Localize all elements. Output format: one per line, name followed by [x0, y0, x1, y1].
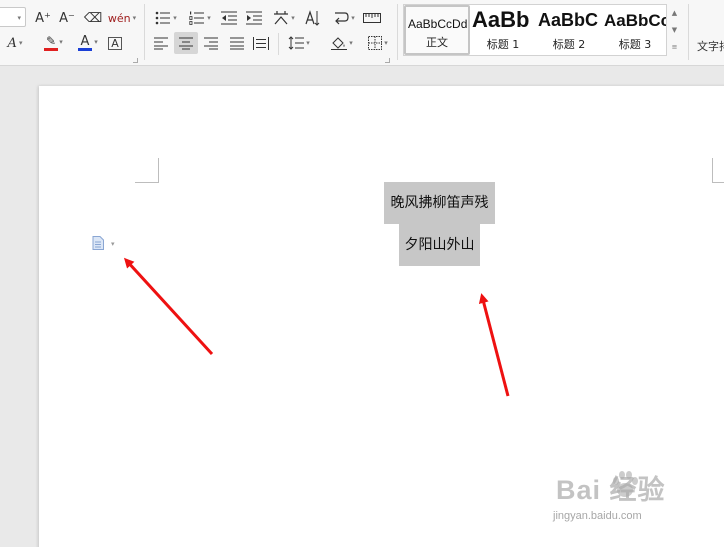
line-break-button[interactable]: ▾: [330, 9, 358, 27]
borders-icon: [368, 36, 383, 50]
highlight-dropdown[interactable]: ▾: [55, 35, 65, 49]
scroll-up-icon[interactable]: ▲: [672, 9, 677, 17]
style-heading-1[interactable]: AaBb 标题 1: [470, 5, 536, 55]
align-right-icon: [204, 37, 218, 49]
shrink-font-icon: A⁻: [59, 10, 75, 26]
chinese-layout-button[interactable]: ▾: [270, 9, 298, 27]
align-right-button[interactable]: [202, 34, 220, 52]
char-border-icon: A: [108, 36, 122, 50]
separator: [397, 4, 398, 60]
clear-format-button[interactable]: ⌫: [84, 9, 102, 27]
align-left-button[interactable]: [152, 34, 170, 52]
bullet-list-button[interactable]: ▾: [153, 9, 179, 27]
baidu-watermark: Bai 经验 jingyan.baidu.com: [553, 468, 703, 528]
paragraph-group-launcher[interactable]: [385, 58, 390, 63]
style-preview: AaBbCc: [604, 11, 668, 30]
expand-gallery-icon[interactable]: ≡: [672, 43, 678, 51]
shrink-font-button[interactable]: A⁻: [58, 9, 76, 27]
distribute-button[interactable]: [252, 34, 270, 52]
text-tools-button[interactable]: 文字排: [697, 38, 724, 54]
ruler-icon: [363, 13, 381, 23]
grow-font-icon: A⁺: [35, 10, 51, 26]
paragraph-layout-dropdown-icon[interactable]: ▾: [111, 240, 115, 248]
style-preview: AaBbC: [538, 10, 599, 30]
text-effect-icon: A: [7, 35, 17, 51]
shading-button[interactable]: ▾: [328, 34, 356, 52]
crop-mark: [712, 158, 713, 183]
scroll-down-icon[interactable]: ▼: [672, 26, 677, 34]
style-normal[interactable]: AaBbCcDd 正文: [404, 5, 470, 55]
line-break-icon: [335, 12, 349, 25]
eraser-icon: ⌫: [83, 10, 103, 26]
justify-icon: [230, 37, 244, 49]
paint-bucket-icon: [331, 37, 348, 50]
style-heading-2[interactable]: AaBbC 标题 2: [536, 5, 602, 55]
align-center-button[interactable]: [174, 32, 198, 54]
font-size-select[interactable]: ▾: [0, 7, 26, 27]
char-border-button[interactable]: A: [106, 34, 124, 52]
font-group-launcher[interactable]: [133, 58, 138, 63]
text-direction-button[interactable]: [303, 9, 321, 27]
line-spacing-icon: [288, 36, 305, 50]
style-gallery: AaBbCcDd 正文 AaBb 标题 1 AaBbC 标题 2 AaBbCc …: [403, 4, 682, 56]
text-line-2-content: 夕阳山外山: [404, 237, 475, 253]
style-name: 标题 3: [618, 38, 652, 51]
style-name: 标题 2: [552, 38, 586, 51]
increase-indent-button[interactable]: [245, 9, 263, 27]
tab-ruler-button[interactable]: [362, 9, 382, 27]
justify-button[interactable]: [228, 34, 246, 52]
numbered-list-icon: [189, 11, 205, 25]
phonetic-guide-button[interactable]: wén ▾: [108, 9, 136, 27]
numbered-list-button[interactable]: ▾: [187, 9, 213, 27]
separator: [278, 33, 279, 55]
bullet-list-icon: [155, 11, 171, 25]
text-effect-button[interactable]: A ▾: [2, 34, 28, 52]
text-line-1-content: 晚风拂柳笛声残: [390, 195, 489, 211]
crop-mark: [158, 158, 159, 183]
paragraph-layout-icon[interactable]: [92, 236, 104, 250]
style-gallery-scroller[interactable]: ▲ ▼ ≡: [666, 4, 682, 56]
align-center-icon: [179, 37, 193, 49]
chinese-layout-icon: [274, 11, 289, 25]
font-color-icon: A: [80, 34, 90, 49]
text-direction-icon: [305, 10, 320, 26]
separator: [688, 4, 689, 60]
borders-button[interactable]: ▾: [364, 34, 392, 52]
text-line-2[interactable]: 夕阳山外山: [399, 224, 480, 266]
crop-mark: [135, 182, 159, 183]
style-name: 正文: [426, 36, 448, 49]
decrease-indent-button[interactable]: [220, 9, 238, 27]
increase-indent-icon: [246, 11, 262, 25]
style-preview: AaBbCcDd: [408, 17, 468, 31]
style-preview: AaBb: [472, 7, 530, 32]
separator: [144, 4, 145, 60]
decrease-indent-icon: [221, 11, 237, 25]
distribute-icon: [253, 36, 269, 50]
font-color-dropdown[interactable]: ▾: [90, 35, 100, 49]
line-spacing-button[interactable]: ▾: [285, 34, 313, 52]
style-heading-3[interactable]: AaBbCc 标题 3: [602, 5, 668, 55]
watermark-brand: Bai 经验: [556, 475, 666, 505]
text-line-1[interactable]: 晚风拂柳笛声残: [384, 182, 495, 224]
align-left-icon: [154, 37, 168, 49]
crop-mark: [712, 182, 724, 183]
watermark-url: jingyan.baidu.com: [553, 510, 642, 522]
ribbon-toolbar: ▾ A⁺ A⁻ ⌫ wén ▾ A ▾ ✎ ▾ A ▾ A ▾ ▾ ▾ ▾ ▾ …: [0, 0, 724, 66]
style-name: 标题 1: [486, 38, 520, 51]
grow-font-button[interactable]: A⁺: [34, 9, 52, 27]
phonetic-icon: wén: [107, 11, 131, 25]
